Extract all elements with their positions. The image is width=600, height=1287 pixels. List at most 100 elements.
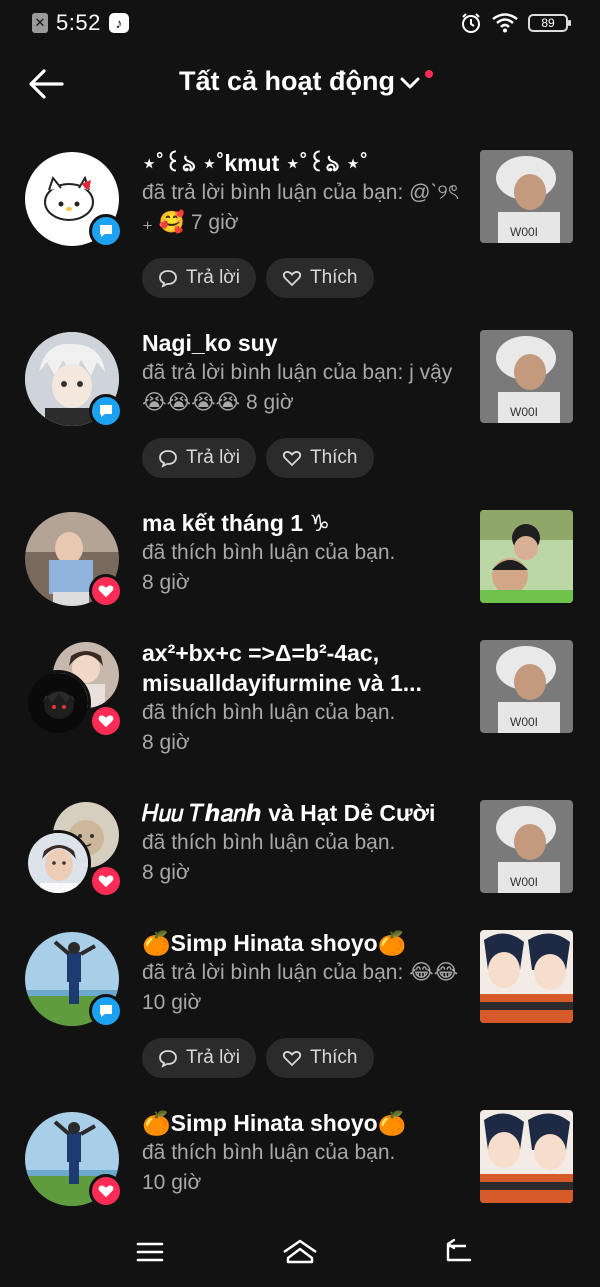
like-button[interactable]: Thích	[265, 1038, 374, 1078]
item-username[interactable]: ⋆˚꒰ঌ ⋆˚kmut ⋆˚꒰ঌ ⋆˚	[142, 148, 462, 178]
svg-text:W00I: W00I	[510, 225, 538, 239]
svg-text:W00I: W00I	[510, 715, 538, 729]
list-item[interactable]: 𝐻𝑢𝑢 𝑇ℎ𝑎𝑛ℎ󠀠 và Hạt Dẻ Cười đã thích bình …	[0, 788, 600, 918]
item-content: 🍊Simp Hinata shoyo🍊 đã thích bình luận c…	[142, 1108, 462, 1198]
activity-filter-dropdown[interactable]: Tất cả hoạt động	[179, 66, 433, 97]
item-description: đã thích bình luận của bạn. 8 giờ	[142, 698, 462, 758]
avatar[interactable]	[25, 802, 123, 898]
comment-badge-icon	[89, 994, 123, 1028]
item-username[interactable]: Nagi_ko suy	[142, 328, 462, 358]
item-username[interactable]: 🍊Simp Hinata shoyo🍊	[142, 1108, 462, 1138]
like-button[interactable]: Thích	[265, 258, 374, 298]
item-time: 8 giờ	[142, 571, 190, 594]
item-time: 8 giờ	[142, 731, 190, 754]
item-description: đã thích bình luận của bạn. 10 giờ	[142, 1138, 462, 1198]
list-item[interactable]: ax²+bx+c =>Δ=b²-4ac, misualldayifurmine …	[0, 628, 600, 788]
item-text: đã thích bình luận của bạn.	[142, 701, 396, 724]
home-icon[interactable]	[280, 1232, 320, 1272]
item-text: đã thích bình luận của bạn.	[142, 541, 396, 564]
item-description: đã trả lời bình luận của bạn: 😂😂 10 giờ	[142, 958, 462, 1018]
item-username[interactable]: 𝐻𝑢𝑢 𝑇ℎ𝑎𝑛ℎ󠀠 và Hạt Dẻ Cười	[142, 798, 462, 828]
title-wrap: Tất cả hoạt động	[0, 66, 600, 97]
x-box-icon: ✕	[32, 13, 48, 33]
item-username[interactable]: ma kết tháng 1 ♑	[142, 508, 462, 538]
avatar[interactable]	[25, 932, 123, 1028]
list-item[interactable]: ma kết tháng 1 ♑ đã thích bình luận của …	[0, 498, 600, 628]
video-thumbnail[interactable]: W00I	[480, 640, 573, 733]
item-text: đã thích bình luận của bạn.	[142, 831, 396, 854]
item-content: ma kết tháng 1 ♑ đã thích bình luận của …	[142, 508, 462, 598]
heart-outline-icon	[282, 1051, 302, 1067]
heart-badge-icon	[89, 574, 123, 608]
avatar[interactable]	[25, 152, 123, 248]
comment-badge-icon	[89, 214, 123, 248]
video-thumbnail[interactable]	[480, 1110, 573, 1203]
heart-badge-icon	[89, 704, 123, 738]
like-button[interactable]: Thích	[265, 438, 374, 478]
item-content: ⋆˚꒰ঌ ⋆˚kmut ⋆˚꒰ঌ ⋆˚ đã trả lời bình luận…	[142, 148, 462, 238]
item-time: 10 giờ	[142, 991, 202, 1014]
video-thumbnail[interactable]	[480, 510, 573, 603]
chevron-down-icon	[400, 77, 420, 88]
video-thumbnail[interactable]	[480, 930, 573, 1023]
item-text: đã trả lời bình luận của bạn: 😂😂	[142, 961, 459, 984]
activity-list: ⋆˚꒰ঌ ⋆˚kmut ⋆˚꒰ঌ ⋆˚ đã trả lời bình luận…	[0, 138, 600, 1218]
item-actions: Trả lời Thích	[142, 1038, 374, 1078]
page-title: Tất cả hoạt động	[179, 66, 395, 96]
item-actions: Trả lời Thích	[142, 258, 374, 298]
reply-button[interactable]: Trả lời	[142, 438, 256, 478]
item-description: đã thích bình luận của bạn. 8 giờ	[142, 538, 462, 598]
item-time: 8 giờ	[246, 391, 294, 414]
item-content: 🍊Simp Hinata shoyo🍊 đã trả lời bình luận…	[142, 928, 462, 1018]
avatar-image	[25, 830, 91, 896]
list-item[interactable]: Nagi_ko suy đã trả lời bình luận của bạn…	[0, 318, 600, 498]
svg-text:W00I: W00I	[510, 875, 538, 889]
speech-bubble-icon	[159, 1050, 177, 1068]
list-item[interactable]: 🍊Simp Hinata shoyo🍊 đã thích bình luận c…	[0, 1098, 600, 1218]
item-content: Nagi_ko suy đã trả lời bình luận của bạn…	[142, 328, 462, 418]
heart-outline-icon	[282, 271, 302, 287]
reply-button[interactable]: Trả lời	[142, 258, 256, 298]
svg-text:W00I: W00I	[510, 405, 538, 419]
avatar[interactable]	[25, 332, 123, 428]
alarm-icon	[462, 13, 480, 33]
speech-bubble-icon	[159, 270, 177, 288]
battery-icon: 89	[528, 14, 571, 32]
status-time: 5:52	[56, 10, 101, 35]
system-nav-bar	[0, 1220, 600, 1287]
wifi-icon	[492, 13, 518, 33]
notification-dot	[425, 70, 433, 78]
video-thumbnail[interactable]: W00I	[480, 330, 573, 423]
list-item[interactable]: 🍊Simp Hinata shoyo🍊 đã trả lời bình luận…	[0, 918, 600, 1098]
item-username[interactable]: ax²+bx+c =>Δ=b²-4ac, misualldayifurmine …	[142, 638, 462, 698]
reply-button[interactable]: Trả lời	[142, 1038, 256, 1078]
item-content: 𝐻𝑢𝑢 𝑇ℎ𝑎𝑛ℎ󠀠 và Hạt Dẻ Cười đã thích bình …	[142, 798, 462, 888]
item-time: 8 giờ	[142, 861, 190, 884]
menu-icon[interactable]	[130, 1232, 170, 1272]
item-text: đã trả lời bình luận của bạn: @ˋ୨ৎ ₊ 🥰	[142, 181, 460, 234]
item-time: 10 giờ	[142, 1171, 202, 1194]
item-content: ax²+bx+c =>Δ=b²-4ac, misualldayifurmine …	[142, 638, 462, 758]
avatar[interactable]	[25, 642, 123, 738]
item-description: đã thích bình luận của bạn. 8 giờ	[142, 828, 462, 888]
header: Tất cả hoạt động	[0, 52, 600, 116]
heart-badge-icon	[89, 864, 123, 898]
avatar[interactable]	[25, 1112, 123, 1208]
item-description: đã trả lời bình luận của bạn: j vậy😭😭😭😭 …	[142, 358, 462, 418]
heart-badge-icon	[89, 1174, 123, 1208]
avatar[interactable]	[25, 512, 123, 608]
item-text: đã thích bình luận của bạn.	[142, 1141, 396, 1164]
item-text: đã trả lời bình luận của bạn: j vậy😭😭😭😭	[142, 361, 453, 414]
heart-outline-icon	[282, 451, 302, 467]
item-description: đã trả lời bình luận của bạn: @ˋ୨ৎ ₊ 🥰 7…	[142, 178, 462, 238]
video-thumbnail[interactable]: W00I	[480, 150, 573, 243]
back-icon[interactable]	[436, 1232, 476, 1272]
video-thumbnail[interactable]: W00I	[480, 800, 573, 893]
list-item[interactable]: ⋆˚꒰ঌ ⋆˚kmut ⋆˚꒰ঌ ⋆˚ đã trả lời bình luận…	[0, 138, 600, 318]
item-time: 7 giờ	[190, 211, 239, 234]
item-username[interactable]: 🍊Simp Hinata shoyo🍊	[142, 928, 462, 958]
status-bar: ✕ 5:52 ♪ 89	[0, 0, 600, 48]
avatar-image	[25, 670, 91, 736]
status-left: ✕ 5:52 ♪	[32, 10, 129, 36]
status-right: 89	[460, 12, 571, 34]
